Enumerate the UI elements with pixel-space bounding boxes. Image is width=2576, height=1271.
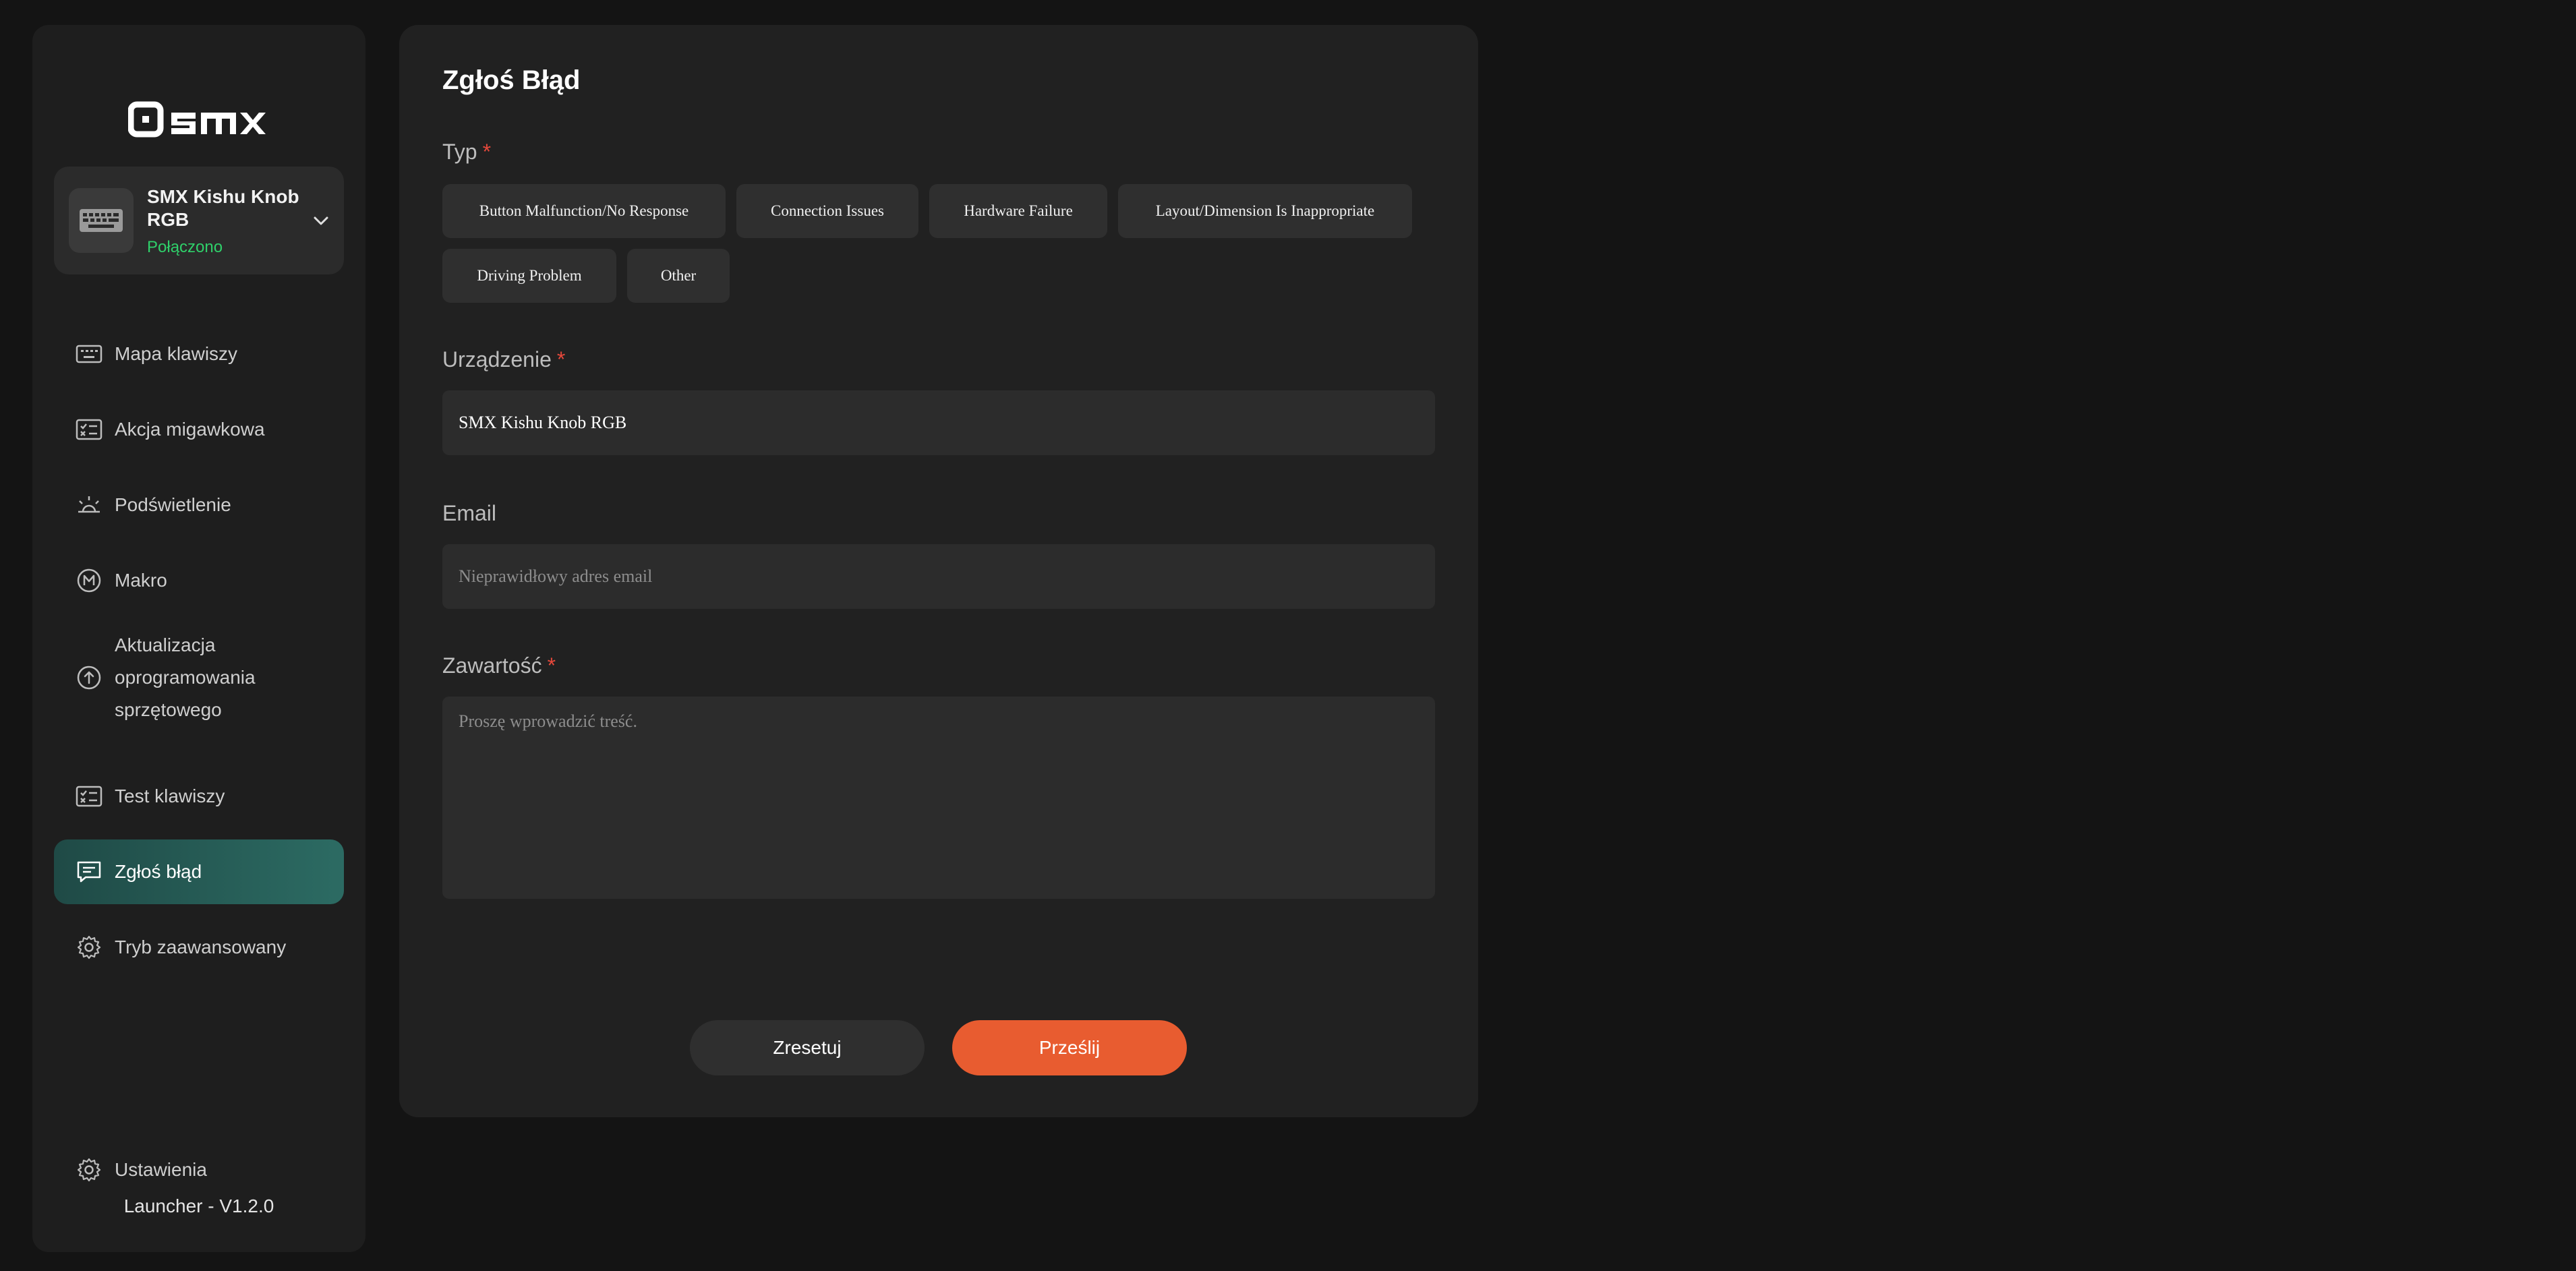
- page-title: Zgłoś Błąd: [442, 65, 581, 95]
- type-option-connection-issues[interactable]: Connection Issues: [736, 184, 918, 238]
- chevron-down-icon[interactable]: [310, 210, 332, 231]
- report-bug-panel: Zgłoś Błąd Typ * Button Malfunction/No Re…: [399, 25, 1478, 1117]
- required-mark: *: [482, 140, 492, 164]
- content-label: Zawartość *: [442, 653, 556, 678]
- type-label-text: Typ: [442, 140, 477, 164]
- macro-m-icon: [76, 567, 103, 594]
- smx-logo-icon: [128, 101, 266, 138]
- smx-logo: [32, 79, 365, 160]
- device-label-text: Urządzenie: [442, 347, 552, 372]
- message-icon: [76, 858, 103, 885]
- sidebar-item-label: Makro: [115, 570, 167, 591]
- reset-button[interactable]: Zresetuj: [690, 1020, 925, 1075]
- sidebar-item-advanced-mode[interactable]: Tryb zaawansowany: [54, 915, 344, 980]
- type-label: Typ *: [442, 140, 491, 165]
- gear-icon: [76, 1156, 103, 1183]
- gear-icon: [76, 934, 103, 961]
- device-label: Urządzenie *: [442, 347, 565, 372]
- type-option-hardware-failure[interactable]: Hardware Failure: [929, 184, 1107, 238]
- sidebar-item-key-test[interactable]: Test klawiszy: [54, 764, 344, 829]
- sidebar-item-snap-action[interactable]: Akcja migawkowa: [54, 397, 344, 462]
- sidebar-item-label: Test klawiszy: [115, 786, 225, 806]
- type-option-layout-dimension[interactable]: Layout/Dimension Is Inappropriate: [1118, 184, 1412, 238]
- sidebar-item-label: Mapa klawiszy: [115, 343, 238, 364]
- sidebar-item-label: Zgłoś błąd: [115, 861, 202, 882]
- email-field[interactable]: [442, 544, 1435, 609]
- device-status: Połączono: [147, 238, 223, 256]
- sidebar-item-label: Akcja migawkowa: [115, 419, 265, 440]
- sidebar-item-keymap[interactable]: Mapa klawiszy: [54, 322, 344, 386]
- sidebar-item-settings[interactable]: Ustawienia: [54, 1137, 344, 1202]
- sidebar-item-firmware-update[interactable]: Aktualizacja oprogramowania sprzętowego: [54, 624, 344, 732]
- content-textarea[interactable]: [442, 697, 1435, 899]
- required-mark: *: [556, 347, 566, 372]
- submit-button[interactable]: Prześlij: [952, 1020, 1187, 1075]
- type-option-other[interactable]: Other: [627, 249, 730, 303]
- sidebar-item-macro[interactable]: Makro: [54, 548, 344, 613]
- email-label: Email: [442, 501, 497, 525]
- sidebar-item-label: Aktualizacja oprogramowania sprzętowego: [115, 634, 256, 720]
- keyboard-thumbnail: [69, 188, 134, 253]
- sidebar-item-label: Ustawienia: [115, 1159, 207, 1180]
- app-version: Launcher - V1.2.0: [123, 1195, 274, 1216]
- device-selector[interactable]: SMX Kishu Knob RGB Połączono: [54, 167, 344, 274]
- sidebar-item-label: Podświetlenie: [115, 494, 231, 515]
- device-name: SMX Kishu Knob RGB: [147, 186, 299, 230]
- sidebar: SMX Kishu Knob RGB Połączono Mapa klawis…: [32, 25, 365, 1252]
- sidebar-item-report-bug[interactable]: Zgłoś błąd: [54, 839, 344, 904]
- required-mark: *: [547, 653, 556, 678]
- type-option-button-malfunction[interactable]: Button Malfunction/No Response: [442, 184, 726, 238]
- keyboard-icon: [76, 341, 103, 367]
- checklist-icon: [76, 783, 103, 810]
- content-label-text: Zawartość: [442, 653, 542, 678]
- checklist-icon: [76, 416, 103, 443]
- keyboard-icon: [80, 209, 123, 232]
- sidebar-item-label: Tryb zaawansowany: [115, 937, 287, 957]
- device-field[interactable]: SMX Kishu Knob RGB: [442, 390, 1435, 455]
- type-option-driving-problem[interactable]: Driving Problem: [442, 249, 616, 303]
- light-icon: [76, 492, 103, 519]
- upload-arrow-icon: [76, 664, 103, 691]
- sidebar-item-backlight[interactable]: Podświetlenie: [54, 473, 344, 537]
